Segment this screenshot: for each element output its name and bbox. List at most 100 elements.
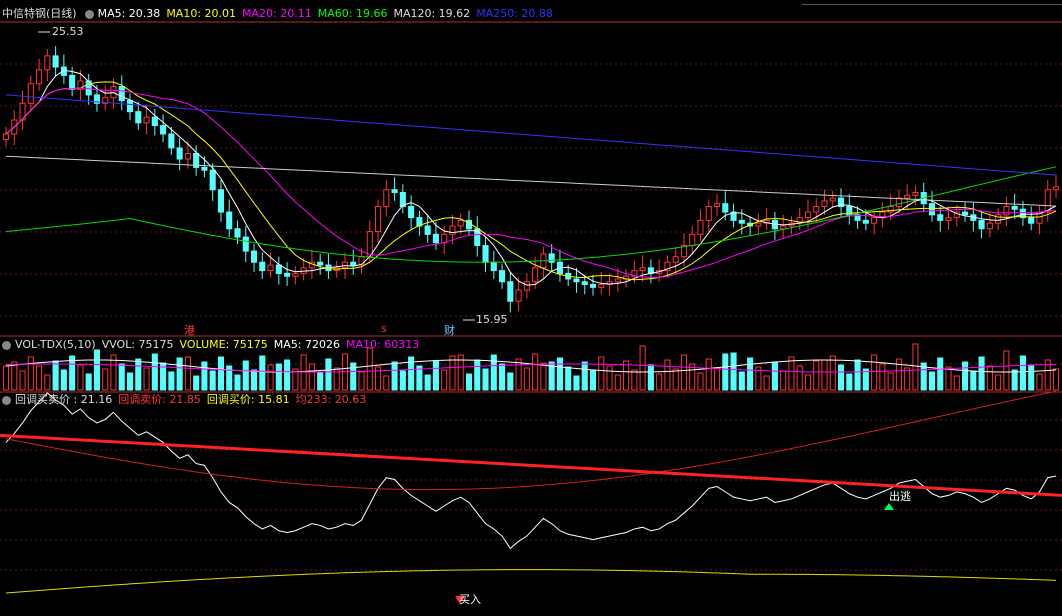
volume-bar: [93, 349, 100, 391]
volume-bar: [143, 367, 150, 391]
event-mark-gang[interactable]: 港: [184, 322, 195, 338]
gear-icon[interactable]: [84, 9, 94, 19]
volume-bar: [937, 357, 944, 391]
volume-bar: [904, 367, 911, 391]
candle-body: [234, 228, 241, 238]
candle-body: [424, 225, 431, 235]
volume-bar: [804, 374, 812, 391]
candle-body: [895, 197, 902, 207]
candle-body: [515, 289, 522, 302]
buy-signal-label: 买入: [459, 593, 481, 606]
volume-bar: [391, 361, 398, 391]
candle-body: [27, 83, 34, 104]
volume-legend: VOL-TDX(5,10) VVOL: 75175 VOLUME: 75175 MA5…: [15, 338, 425, 351]
candle-body: [912, 192, 919, 196]
gear-icon[interactable]: [2, 395, 11, 405]
stock-chart: 中信特钢(日线) MA5: 20.38 MA10: 20.01 MA20: 20.11…: [0, 0, 1062, 616]
volume-bar: [713, 367, 721, 391]
volume-bar: [540, 362, 547, 391]
volume-bar: [102, 368, 109, 391]
candle-body: [705, 205, 712, 221]
volume-bar: [284, 359, 291, 391]
volume-bar: [499, 363, 506, 391]
event-mark-s[interactable]: s: [381, 322, 387, 335]
volume-bar: [813, 360, 820, 391]
candle-body: [986, 222, 993, 230]
candle-body: [457, 219, 464, 227]
volume-bar: [606, 365, 613, 391]
candle-body: [523, 281, 530, 291]
candle-body: [317, 261, 324, 266]
volume-bar: [11, 361, 18, 391]
vol-legend-item-1: VVOL: 75175: [101, 338, 174, 351]
volume-bar: [168, 371, 175, 391]
volume-panel-header: VOL-TDX(5,10) VVOL: 75175 VOLUME: 75175 MA5…: [2, 337, 431, 353]
candle-body: [217, 189, 225, 213]
volume-bar: [432, 360, 439, 391]
volume-bar: [705, 358, 712, 391]
candle-body: [548, 253, 555, 263]
volume-bar: [879, 363, 886, 391]
volume-bar: [135, 358, 142, 391]
volume-bar: [19, 370, 26, 391]
candle-body: [176, 147, 183, 160]
volume-bar: [118, 363, 125, 391]
candle-body: [408, 205, 415, 219]
candle-body: [937, 214, 944, 221]
candle-body: [821, 200, 828, 207]
candle-body: [598, 284, 605, 288]
volume-bar: [995, 374, 1002, 391]
candle-body: [168, 133, 175, 149]
volume-bar: [771, 361, 778, 391]
volume-bar: [482, 368, 489, 391]
volume-bar: [358, 371, 365, 391]
volume-bar: [656, 373, 663, 391]
volume-bar: [275, 363, 282, 391]
ind-legend-item-3: 均233: 20.63: [295, 393, 367, 406]
candle-body: [432, 233, 439, 244]
volume-bar: [970, 370, 977, 391]
candle-body: [143, 116, 150, 124]
volume-bar: [44, 374, 51, 391]
candle-body: [1011, 205, 1018, 210]
gear-icon[interactable]: [2, 340, 11, 350]
event-mark-cai[interactable]: 财: [444, 322, 455, 338]
candle-body: [69, 74, 76, 90]
candle-body: [201, 166, 208, 171]
volume-bar: [217, 356, 225, 391]
candle-body: [110, 86, 117, 99]
candle-body: [375, 205, 382, 233]
volume-bar: [912, 343, 919, 391]
volume-bar: [532, 353, 539, 391]
candle-body: [507, 281, 514, 302]
volume-bar: [250, 369, 258, 391]
volume-bar: [523, 367, 530, 391]
candle-body: [383, 189, 390, 207]
volume-bar: [895, 358, 902, 391]
volume-bar: [474, 359, 481, 391]
volume-bar: [2, 365, 10, 391]
candle-body: [829, 197, 836, 202]
volume-bar: [201, 361, 208, 391]
candle-body: [126, 100, 134, 113]
candle-body: [573, 278, 580, 283]
candle-body: [292, 272, 299, 277]
volume-bar: [507, 372, 514, 391]
vol-legend-item-3: MA5: 72026: [273, 338, 341, 351]
volume-bar: [614, 374, 621, 391]
volume-bar: [928, 371, 936, 391]
volume-bar: [1003, 350, 1010, 391]
candle-body: [350, 261, 357, 266]
candle-body: [366, 231, 373, 258]
candle-body: [862, 219, 869, 224]
ma-legend-item-4: MA120: 19.62: [393, 7, 471, 20]
candle-body: [2, 133, 10, 141]
vol-legend-item-2: VOLUME: 75175: [179, 338, 268, 351]
volume-bar: [829, 355, 836, 391]
vol-legend-item-0: VOL-TDX(5,10): [15, 338, 96, 351]
candle-body: [780, 225, 787, 230]
volume-bar: [176, 357, 183, 391]
candle-body: [135, 111, 142, 124]
candle-body: [639, 267, 646, 272]
volume-bar: [151, 353, 158, 391]
